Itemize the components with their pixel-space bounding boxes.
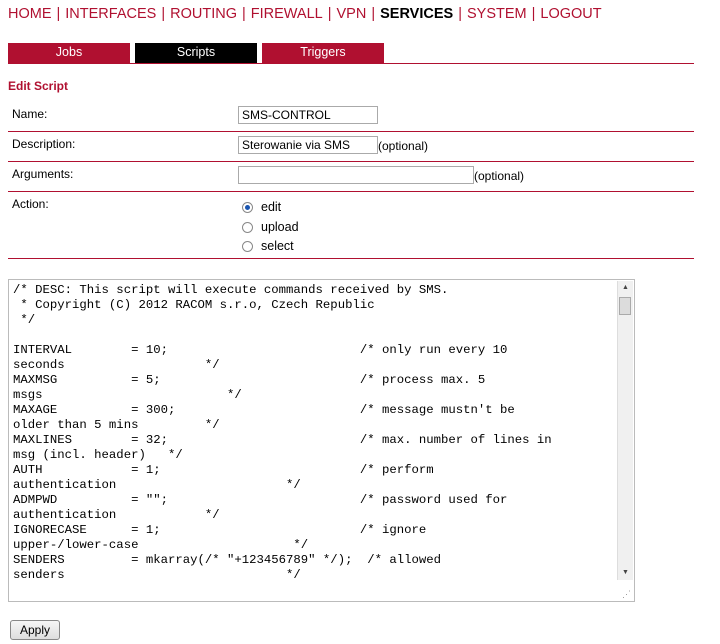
nav-home[interactable]: HOME bbox=[8, 6, 52, 22]
name-label: Name: bbox=[12, 107, 48, 121]
nav-vpn[interactable]: VPN bbox=[337, 6, 367, 22]
nav-routing[interactable]: ROUTING bbox=[170, 6, 237, 22]
action-label: Action: bbox=[12, 197, 49, 211]
action-row: Action: edit upload select bbox=[8, 191, 694, 259]
action-upload-label: upload bbox=[261, 220, 299, 234]
nav-logout[interactable]: LOGOUT bbox=[540, 6, 601, 22]
nav-separator: | bbox=[161, 6, 166, 22]
nav-separator: | bbox=[458, 6, 462, 22]
arguments-label: Arguments: bbox=[12, 167, 74, 181]
arguments-input[interactable] bbox=[238, 166, 474, 184]
description-row: Description: Sterowanie via SMS (optiona… bbox=[8, 131, 694, 162]
action-select-radio[interactable]: select bbox=[242, 239, 294, 253]
nav-interfaces[interactable]: INTERFACES bbox=[65, 6, 156, 22]
action-upload-radio[interactable]: upload bbox=[242, 220, 299, 234]
radio-unchecked-icon bbox=[242, 222, 253, 233]
nav-separator: | bbox=[531, 6, 536, 22]
radio-unchecked-icon bbox=[242, 241, 253, 252]
name-row: Name: SMS-CONTROL bbox=[8, 101, 694, 132]
nav-system[interactable]: SYSTEM bbox=[467, 6, 527, 22]
action-edit-radio[interactable]: edit bbox=[242, 200, 281, 214]
top-navigation: HOME | INTERFACES | ROUTING | FIREWALL | VPN | SER… bbox=[8, 6, 602, 22]
tab-triggers[interactable]: Triggers bbox=[262, 43, 384, 63]
script-text[interactable]: /* DESC: This script will execute comman… bbox=[13, 283, 613, 583]
description-label: Description: bbox=[12, 137, 76, 151]
nav-separator: | bbox=[56, 6, 61, 22]
tab-jobs[interactable]: Jobs bbox=[8, 43, 130, 63]
radio-checked-icon bbox=[242, 202, 253, 213]
tab-scripts[interactable]: Scripts bbox=[135, 43, 257, 63]
resize-grip-icon[interactable]: ⋰ bbox=[622, 589, 632, 599]
description-input[interactable]: Sterowanie via SMS bbox=[238, 136, 378, 154]
apply-button[interactable]: Apply bbox=[10, 620, 60, 640]
nav-separator: | bbox=[371, 6, 376, 22]
name-input[interactable]: SMS-CONTROL bbox=[238, 106, 378, 124]
arguments-row: Arguments: (optional) bbox=[8, 161, 694, 192]
action-edit-label: edit bbox=[261, 200, 282, 214]
arguments-hint: (optional) bbox=[474, 169, 525, 183]
nav-separator: | bbox=[327, 6, 332, 22]
action-select-label: select bbox=[261, 239, 294, 253]
section-title: Edit Script bbox=[8, 79, 69, 93]
tab-bar: Jobs Scripts Triggers bbox=[8, 43, 694, 64]
script-editor[interactable]: /* DESC: This script will execute comman… bbox=[8, 279, 635, 602]
description-hint: (optional) bbox=[378, 139, 429, 153]
nav-firewall[interactable]: FIREWALL bbox=[251, 6, 323, 22]
nav-services[interactable]: SERVICES bbox=[380, 6, 453, 22]
scroll-thumb[interactable] bbox=[619, 297, 631, 315]
nav-separator: | bbox=[241, 6, 246, 22]
scroll-down-arrow-icon[interactable]: ▼ bbox=[618, 566, 633, 580]
scroll-up-arrow-icon[interactable]: ▲ bbox=[618, 281, 633, 295]
editor-scrollbar[interactable]: ▲ ▼ bbox=[617, 281, 633, 580]
